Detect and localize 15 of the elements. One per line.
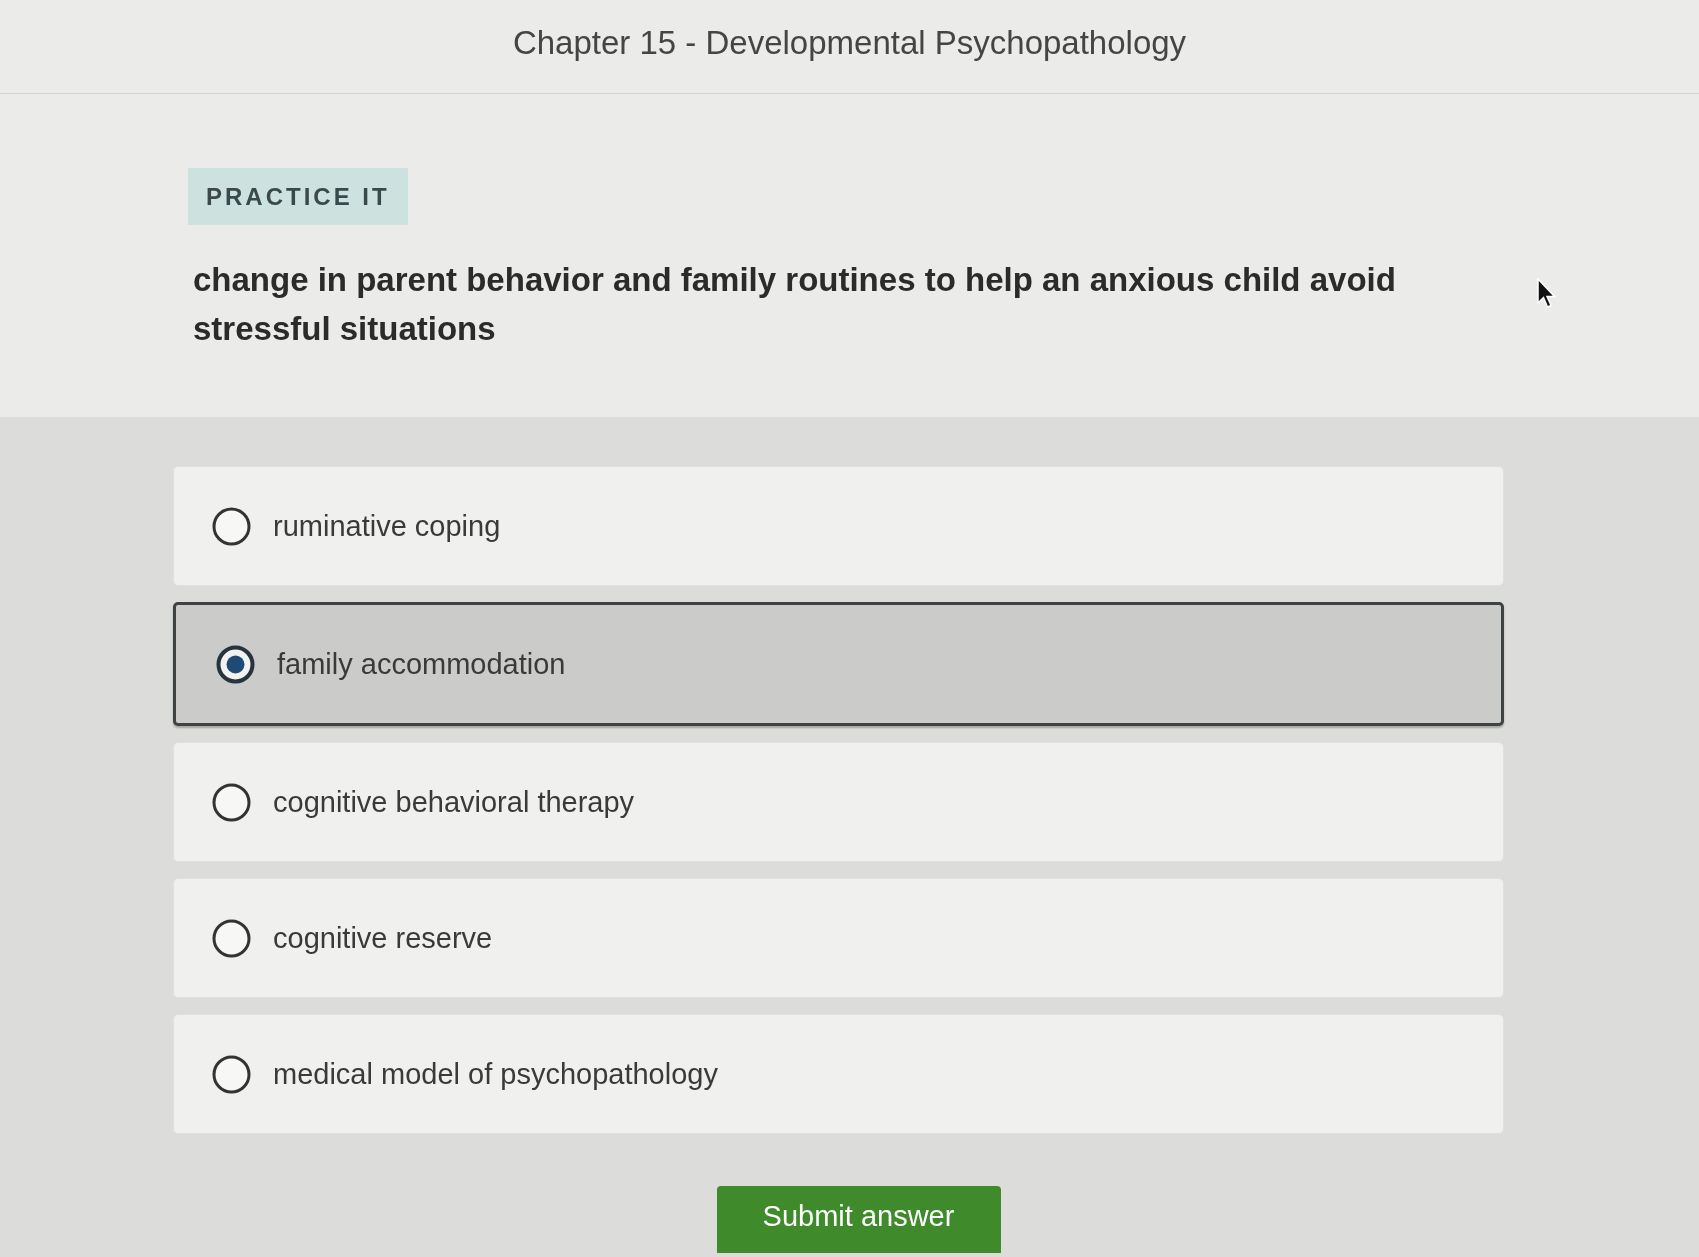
radio-icon[interactable] [212,782,251,822]
submit-button[interactable]: Submit answer [716,1186,1001,1253]
radio-icon[interactable] [212,918,251,958]
answer-option[interactable]: ruminative coping [173,466,1504,586]
radio-icon[interactable] [212,506,251,546]
pointer-cursor-icon [1536,278,1556,310]
answer-option[interactable]: cognitive behavioral therapy [173,742,1504,862]
question-text: change in parent behavior and family routines to help an anxious child avoid stressful situations [193,260,1397,349]
chapter-title: Chapter 15 - Developmental Psychopathology [512,23,1187,62]
answer-option[interactable]: family accommodation [173,602,1504,726]
radio-icon[interactable] [212,1054,251,1094]
answer-option[interactable]: cognitive reserve [173,878,1504,998]
radio-icon[interactable] [216,644,255,684]
answer-option[interactable]: medical model of psychopathology [173,1014,1504,1134]
practice-label: PRACTICE IT [188,168,408,225]
